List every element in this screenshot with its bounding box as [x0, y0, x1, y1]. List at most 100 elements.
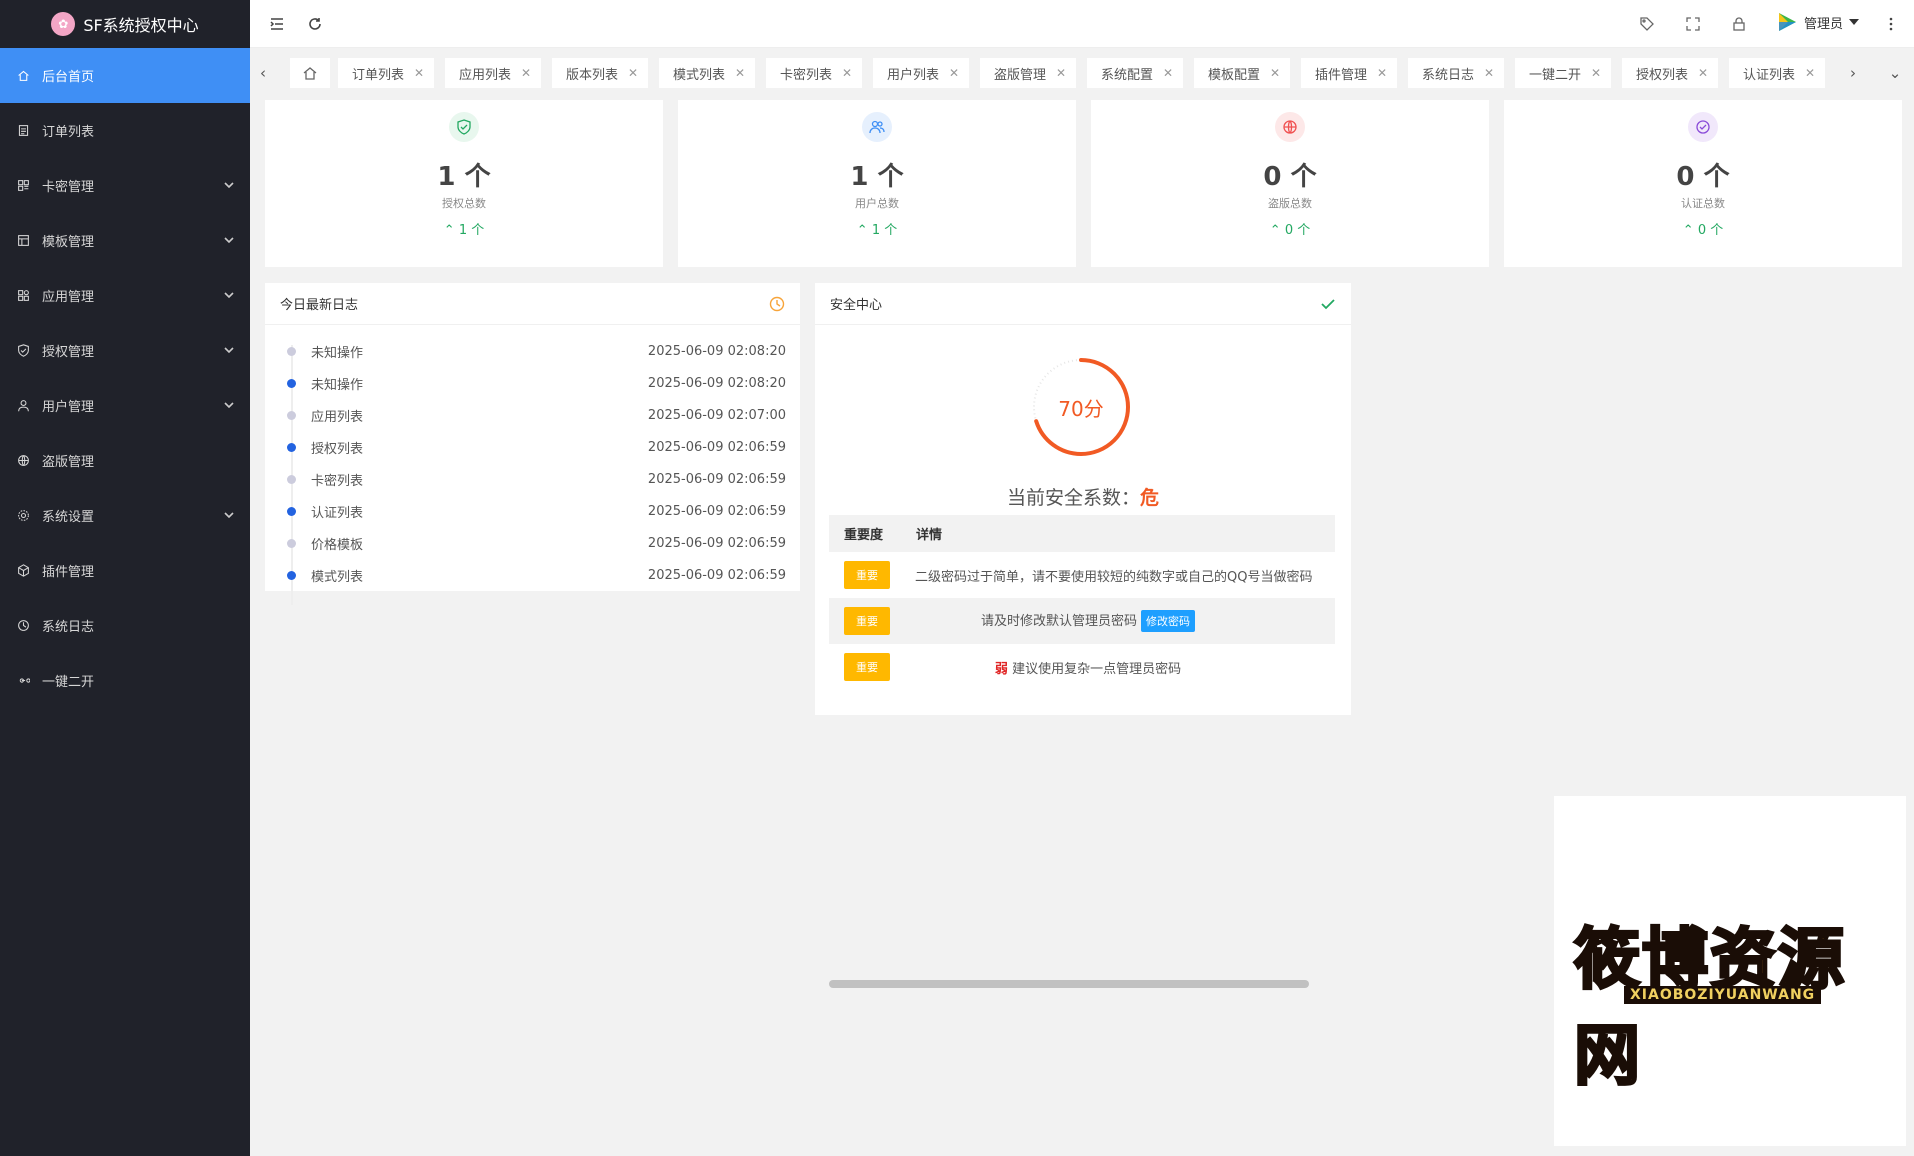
admin-menu[interactable]: 管理员	[1776, 11, 1860, 33]
tab-9[interactable]: 插件管理 ✕	[1301, 58, 1398, 88]
close-icon[interactable]: ✕	[628, 66, 638, 80]
check-circle-icon	[1688, 112, 1718, 142]
sidebar-item-3[interactable]: 模板管理	[0, 213, 250, 268]
stat-trend-value: 1 个	[458, 223, 485, 238]
home-icon	[303, 67, 317, 80]
sidebar-item-6[interactable]: 用户管理	[0, 378, 250, 433]
tab-13[interactable]: 认证列表 ✕	[1729, 58, 1826, 88]
sidebar-item-label: 授权管理	[42, 345, 95, 360]
list-item: 未知操作 2025-06-09 02:08:20	[285, 335, 786, 367]
refresh-icon[interactable]	[306, 15, 324, 33]
tab-label: 应用列表	[459, 67, 512, 83]
tab-0[interactable]: 订单列表 ✕	[338, 58, 435, 88]
tab-home[interactable]	[290, 58, 330, 88]
sidebar-item-label: 应用管理	[42, 290, 95, 305]
table-row: 重要弱 建议使用复杂一点管理员密码	[829, 644, 1335, 690]
tab-7[interactable]: 系统配置 ✕	[1087, 58, 1184, 88]
home-icon	[16, 69, 30, 83]
close-icon[interactable]: ✕	[1805, 66, 1815, 80]
close-icon[interactable]: ✕	[1377, 66, 1387, 80]
security-summary: 当前安全系数：危	[815, 483, 1351, 510]
sidebar-item-11[interactable]: 一键二开	[0, 653, 250, 708]
sidebar-item-label: 用户管理	[42, 400, 95, 415]
tab-6[interactable]: 盗版管理 ✕	[980, 58, 1077, 88]
close-icon[interactable]: ✕	[521, 66, 531, 80]
summary-prefix: 当前安全系数：	[1006, 487, 1140, 509]
detail-text: 建议使用复杂一点管理员密码	[1012, 661, 1182, 677]
tab-10[interactable]: 系统日志 ✕	[1408, 58, 1505, 88]
log-time: 2025-06-09 02:08:20	[647, 375, 786, 391]
sidebar-item-7[interactable]: 盗版管理	[0, 433, 250, 488]
stat-label: 授权总数	[442, 197, 486, 210]
menu-fold-icon[interactable]	[268, 15, 286, 33]
watermark-subtext: XIAOBOZIYUANWANG	[1624, 986, 1822, 1004]
clock-icon	[769, 296, 785, 311]
detail-cell: 弱 建议使用复杂一点管理员密码	[901, 644, 1335, 690]
grid-icon	[16, 179, 30, 193]
close-icon[interactable]: ✕	[735, 66, 745, 80]
tab-label: 系统配置	[1101, 67, 1154, 83]
more-icon[interactable]	[1882, 15, 1900, 33]
sidebar-item-0[interactable]: 后台首页	[0, 48, 250, 103]
stat-trend: ⌃ 1 个	[678, 219, 1076, 238]
sidebar-item-2[interactable]: 卡密管理	[0, 158, 250, 213]
tab-8[interactable]: 模板配置 ✕	[1194, 58, 1291, 88]
log-time: 2025-06-09 02:06:59	[647, 503, 786, 519]
avatar	[1779, 13, 1796, 31]
weak-label: 弱	[994, 661, 1008, 677]
sidebar-item-8[interactable]: 系统设置	[0, 488, 250, 543]
log-time: 2025-06-09 02:07:00	[647, 407, 786, 423]
fullscreen-icon[interactable]	[1684, 15, 1702, 33]
detail-cell: 二级密码过于简单，请不要使用较短的纯数字或自己的QQ号当做密码	[901, 552, 1335, 598]
app-logo[interactable]: ✿ SF系统授权中心	[0, 0, 250, 48]
tab-label: 盗版管理	[994, 67, 1047, 83]
tab-2[interactable]: 版本列表 ✕	[552, 58, 649, 88]
close-icon[interactable]: ✕	[414, 66, 424, 80]
close-icon[interactable]: ✕	[1270, 66, 1280, 80]
timeline-dot-icon	[287, 506, 296, 516]
list-item: 授权列表 2025-06-09 02:06:59	[285, 431, 786, 463]
close-icon[interactable]: ✕	[1163, 66, 1173, 80]
sidebar-item-5[interactable]: 授权管理	[0, 323, 250, 378]
tab-5[interactable]: 用户列表 ✕	[873, 58, 970, 88]
tab-12[interactable]: 授权列表 ✕	[1622, 58, 1719, 88]
log-name: 卡密列表	[311, 473, 364, 489]
change-password-button[interactable]: 修改密码	[1141, 610, 1195, 632]
chevron-down-icon	[224, 512, 234, 519]
list-item: 应用列表 2025-06-09 02:07:00	[285, 399, 786, 431]
sidebar-item-1[interactable]: 订单列表	[0, 103, 250, 158]
tab-3[interactable]: 模式列表 ✕	[659, 58, 756, 88]
tabs-prev-icon[interactable]: ‹	[250, 54, 276, 92]
arrow-up-icon: ⌃	[1269, 223, 1281, 238]
tab-11[interactable]: 一键二开 ✕	[1515, 58, 1612, 88]
close-icon[interactable]: ✕	[1484, 66, 1494, 80]
tab-label: 认证列表	[1743, 67, 1796, 83]
close-icon[interactable]: ✕	[1591, 66, 1601, 80]
tab-1[interactable]: 应用列表 ✕	[445, 58, 542, 88]
arrow-up-icon: ⌃	[1682, 223, 1694, 238]
sidebar-item-9[interactable]: 插件管理	[0, 543, 250, 598]
close-icon[interactable]: ✕	[949, 66, 959, 80]
globe-icon	[16, 454, 30, 468]
sidebar-item-label: 卡密管理	[42, 180, 95, 195]
apps-icon	[16, 289, 30, 303]
stat-trend-value: 1 个	[871, 223, 898, 238]
horizontal-scrollbar[interactable]	[829, 979, 1335, 989]
document-icon	[16, 124, 30, 138]
stat-trend: ⌃ 1 个	[265, 219, 663, 238]
tab-label: 卡密列表	[780, 67, 833, 83]
sidebar-item-label: 盗版管理	[42, 455, 95, 470]
lock-icon[interactable]	[1730, 15, 1748, 33]
close-icon[interactable]: ✕	[1056, 66, 1066, 80]
stat-trend: ⌃ 0 个	[1504, 219, 1902, 238]
log-time: 2025-06-09 02:06:59	[647, 471, 786, 487]
tabs-next-icon[interactable]: ›	[1840, 54, 1866, 92]
tabs-dropdown-icon[interactable]: ⌄	[1876, 54, 1914, 92]
close-icon[interactable]: ✕	[842, 66, 852, 80]
sidebar-item-4[interactable]: 应用管理	[0, 268, 250, 323]
close-icon[interactable]: ✕	[1698, 66, 1708, 80]
tab-label: 插件管理	[1315, 67, 1368, 83]
tag-icon[interactable]	[1638, 15, 1656, 33]
sidebar-item-10[interactable]: 系统日志	[0, 598, 250, 653]
tab-4[interactable]: 卡密列表 ✕	[766, 58, 863, 88]
